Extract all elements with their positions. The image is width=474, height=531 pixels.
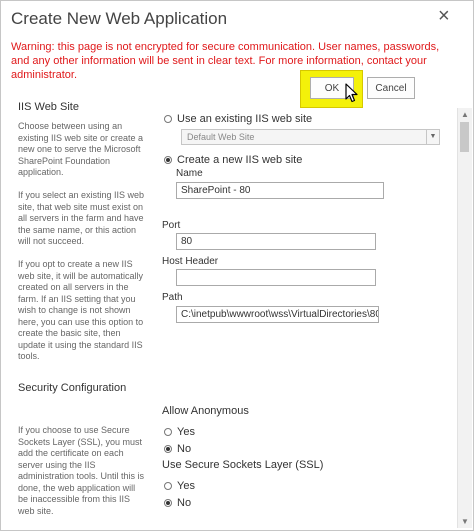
use-existing-label: Use an existing IIS web site bbox=[177, 113, 313, 125]
dialog-title: Create New Web Application bbox=[11, 9, 228, 28]
security-section-title: Security Configuration bbox=[18, 382, 127, 394]
iis-description-3: If you opt to create a new IIS web site,… bbox=[18, 259, 144, 361]
port-input[interactable]: 80 bbox=[176, 233, 376, 250]
iis-description-1: Choose between using an existing IIS web… bbox=[18, 121, 144, 177]
radio-selected-icon[interactable] bbox=[164, 499, 172, 507]
radio-selected-icon[interactable] bbox=[164, 445, 172, 453]
security-warning: Warning: this page is not encrypted for … bbox=[11, 41, 440, 81]
anonymous-no-label: No bbox=[177, 443, 192, 455]
radio-icon[interactable] bbox=[164, 428, 172, 436]
anonymous-yes-label: Yes bbox=[177, 426, 195, 438]
name-label: Name bbox=[176, 168, 203, 179]
scroll-up-icon[interactable]: ▲ bbox=[461, 110, 469, 119]
chevron-down-icon: ▼ bbox=[426, 130, 439, 144]
radio-anonymous-yes[interactable]: Yes bbox=[164, 426, 195, 438]
vertical-scrollbar[interactable]: ▲ ▼ bbox=[457, 108, 472, 528]
radio-icon[interactable] bbox=[164, 482, 172, 490]
radio-ssl-yes[interactable]: Yes bbox=[164, 480, 195, 492]
create-new-label: Create a new IIS web site bbox=[177, 154, 303, 166]
ssl-yes-label: Yes bbox=[177, 480, 195, 492]
cancel-button[interactable]: Cancel bbox=[367, 77, 415, 99]
close-icon[interactable]: × bbox=[438, 6, 450, 26]
security-description: If you choose to use Secure Sockets Laye… bbox=[18, 425, 145, 516]
scroll-down-icon[interactable]: ▼ bbox=[461, 517, 469, 526]
host-header-label: Host Header bbox=[162, 256, 219, 267]
radio-ssl-no[interactable]: No bbox=[164, 497, 191, 509]
name-input[interactable]: SharePoint - 80 bbox=[176, 182, 384, 199]
scroll-thumb[interactable] bbox=[460, 122, 469, 152]
path-input[interactable]: C:\inetpub\wwwroot\wss\VirtualDirectorie… bbox=[176, 306, 379, 323]
radio-anonymous-no[interactable]: No bbox=[164, 443, 191, 455]
host-header-input[interactable] bbox=[176, 269, 376, 286]
existing-site-value: Default Web Site bbox=[187, 132, 255, 142]
port-label: Port bbox=[162, 220, 181, 231]
allow-anonymous-label: Allow Anonymous bbox=[162, 405, 249, 417]
ssl-label: Use Secure Sockets Layer (SSL) bbox=[162, 459, 324, 471]
iis-section-title: IIS Web Site bbox=[18, 101, 79, 113]
iis-description-2: If you select an existing IIS web site, … bbox=[18, 190, 145, 246]
radio-selected-icon[interactable] bbox=[164, 156, 172, 164]
path-label: Path bbox=[162, 292, 183, 303]
radio-icon[interactable] bbox=[164, 115, 172, 123]
radio-create-new[interactable]: Create a new IIS web site bbox=[164, 154, 302, 166]
ssl-no-label: No bbox=[177, 497, 192, 509]
existing-site-select: Default Web Site ▼ bbox=[181, 129, 440, 145]
mouse-pointer-icon bbox=[345, 83, 358, 103]
radio-use-existing[interactable]: Use an existing IIS web site bbox=[164, 113, 312, 125]
